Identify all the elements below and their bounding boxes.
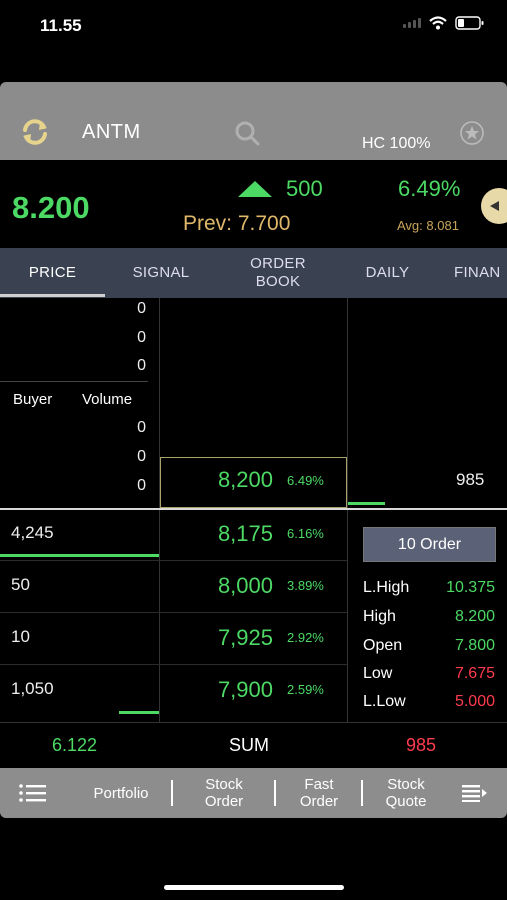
bid-volume: 0 (137, 477, 146, 494)
stat-value-low: 7.675 (454, 665, 495, 682)
tab-order-book-label: ORDER BOOK (250, 255, 306, 290)
nav-separator (171, 780, 173, 806)
bid-volume: 0 (137, 419, 146, 436)
offer-volume: 0 (137, 329, 146, 346)
nav-stock-order-line2: Order (204, 793, 244, 810)
nav-stock-order-line1: Stock (205, 776, 243, 793)
order-book (0, 298, 507, 722)
home-indicator[interactable] (164, 885, 344, 890)
nav-separator (274, 780, 276, 806)
bid-row-volume: 4,245 (11, 523, 54, 542)
bid-row-percent: 3.89% (287, 578, 324, 593)
bid-row-percent: 2.92% (287, 630, 324, 645)
bid-row-price[interactable]: 7,900 (163, 677, 273, 703)
menu-list-icon[interactable] (19, 784, 47, 802)
nav-fast-order-line1: Fast (304, 776, 334, 793)
current-price-percent: 6.49% (287, 473, 324, 488)
sum-offer-total: 985 (406, 735, 437, 755)
stat-value-open: 7.800 (454, 637, 495, 654)
nav-fast-order[interactable]: Fast Order (279, 768, 359, 818)
ten-order-button[interactable]: 10 Order (363, 527, 496, 562)
nav-stock-quote[interactable]: Stock Quote (366, 768, 446, 818)
nav-stock-quote-line2: Quote (385, 793, 427, 810)
tab-daily[interactable]: DAILY (345, 248, 430, 298)
favorite-star-icon[interactable] (459, 120, 485, 146)
previous-price: Prev: 7.700 (183, 212, 291, 235)
buyer-header: Buyer (13, 391, 53, 408)
volume-bar (348, 502, 385, 505)
sum-bid-total: 6.122 (52, 735, 98, 755)
offer-volume: 0 (137, 357, 146, 374)
volume-bar (119, 711, 159, 714)
wifi-icon (429, 16, 447, 30)
tab-price[interactable]: PRICE (0, 248, 105, 298)
stock-ticker[interactable]: ANTM (82, 121, 141, 144)
battery-icon (455, 16, 484, 30)
bid-row-percent: 2.59% (287, 682, 324, 697)
nav-fast-order-line2: Order (299, 793, 339, 810)
stat-value-lhigh: 10.375 (446, 579, 495, 596)
row-divider (0, 560, 347, 561)
tab-bar: PRICE SIGNAL ORDER BOOK DAILY FINAN (0, 248, 507, 298)
row-divider (0, 664, 347, 665)
row-divider (0, 612, 347, 613)
refresh-icon[interactable] (20, 118, 50, 146)
offer-volume: 0 (137, 300, 146, 317)
stat-label-llow: L.Low (363, 693, 406, 710)
price-change: 500 (286, 176, 323, 201)
nav-stock-quote-line1: Stock (387, 776, 425, 793)
bid-row-price[interactable]: 8,000 (163, 573, 273, 599)
nav-separator (361, 780, 363, 806)
sum-label: SUM (229, 735, 269, 755)
section-divider (0, 508, 507, 510)
stat-label-low: Low (363, 665, 393, 682)
divider (347, 298, 348, 722)
current-price: 8,200 (217, 467, 273, 492)
stat-label-lhigh: L.High (363, 579, 410, 596)
bid-volume: 0 (137, 448, 146, 465)
divider (159, 298, 160, 722)
up-arrow-icon (238, 181, 272, 197)
haircut-label: HC 100% (362, 135, 431, 152)
status-icons (403, 16, 485, 30)
status-time: 11.55 (40, 16, 82, 35)
tab-signal[interactable]: SIGNAL (110, 248, 212, 298)
cellular-signal-icon (403, 18, 421, 28)
volume-bar (0, 554, 159, 557)
search-icon[interactable] (233, 119, 261, 147)
tab-financial[interactable]: FINAN (444, 248, 507, 298)
tab-order-book[interactable]: ORDER BOOK (228, 248, 328, 298)
stat-value-high: 8.200 (454, 608, 495, 625)
side-menu-icon[interactable] (462, 784, 488, 802)
stat-label-high: High (363, 608, 396, 625)
active-tab-indicator (0, 294, 105, 297)
status-bar: 11.55 (0, 0, 507, 50)
nav-portfolio[interactable]: Portfolio (80, 768, 162, 818)
nav-stock-order[interactable]: Stock Order (182, 768, 266, 818)
bid-row-price[interactable]: 7,925 (163, 625, 273, 651)
divider (0, 381, 148, 382)
bid-row-percent: 6.16% (287, 526, 324, 541)
change-percent: 6.49% (398, 176, 461, 201)
last-price: 8.200 (12, 190, 90, 225)
bid-row-price[interactable]: 8,175 (163, 521, 273, 547)
stat-value-llow: 5.000 (454, 693, 495, 710)
bid-row-volume: 1,050 (11, 679, 54, 698)
bid-row-volume: 10 (11, 627, 30, 646)
volume-header: Volume (82, 391, 133, 408)
average-price: Avg: 8.081 (397, 218, 459, 233)
current-price-volume: 985 (456, 470, 485, 489)
bid-row-volume: 50 (11, 575, 30, 594)
stat-label-open: Open (363, 637, 403, 654)
